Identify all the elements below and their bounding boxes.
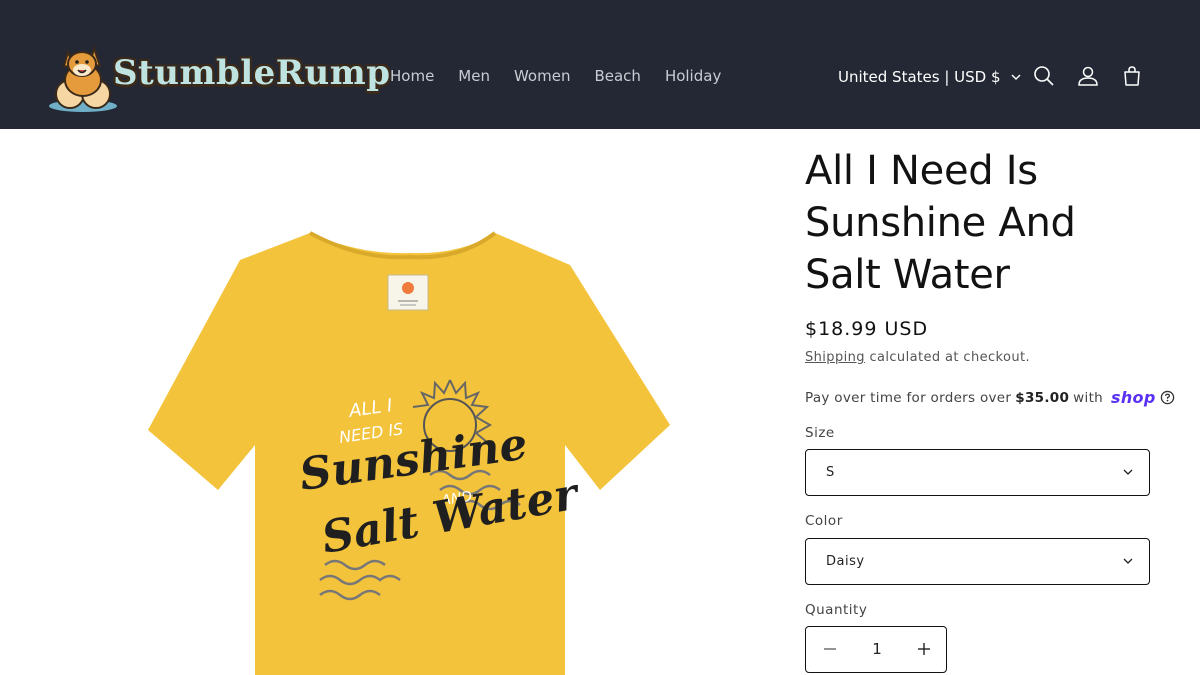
account-icon[interactable] <box>1076 64 1100 88</box>
shipping-text: calculated at checkout. <box>864 350 1031 365</box>
installments-prefix: Pay over time for orders over <box>805 389 1012 406</box>
quantity-input[interactable]: 1 <box>866 640 888 658</box>
shipping-link[interactable]: Shipping <box>805 350 865 365</box>
quantity-label: Quantity <box>805 602 868 618</box>
installments-suffix: with <box>1073 389 1104 406</box>
shiba-mascot-icon <box>49 44 117 112</box>
nav-holiday[interactable]: Holiday <box>653 66 733 86</box>
product-title: All I Need Is Sunshine And Salt Water <box>805 148 1076 298</box>
chevron-down-icon <box>1011 73 1021 80</box>
size-label: Size <box>805 425 835 441</box>
size-select[interactable]: S <box>805 449 1150 496</box>
shipping-note: Shipping calculated at checkout. <box>805 350 1030 365</box>
quantity-stepper: 1 <box>805 626 947 673</box>
shop-pay-logo: shop <box>1111 388 1156 407</box>
site-header: StumbleRump Home Men Women Beach Holiday… <box>0 0 1200 129</box>
nav-women[interactable]: Women <box>502 66 582 86</box>
product-info: All I Need Is Sunshine And Salt Water <box>805 145 1150 301</box>
color-value: Daisy <box>826 554 865 569</box>
decrease-quantity-button[interactable] <box>820 639 840 659</box>
brand-wordmark[interactable]: StumbleRump <box>113 53 391 93</box>
nav-beach[interactable]: Beach <box>582 66 652 86</box>
size-value: S <box>826 465 835 480</box>
chevron-down-icon <box>1123 558 1133 564</box>
country-currency-label: United States | USD $ <box>838 68 1001 86</box>
installments-amount: $35.00 <box>1015 389 1070 406</box>
product-price: $18.99 USD <box>805 318 929 340</box>
shop-pay-installments: Pay over time for orders over $35.00 wit… <box>805 388 1175 407</box>
country-currency-selector[interactable]: United States | USD $ <box>838 67 1021 87</box>
color-select[interactable]: Daisy <box>805 538 1150 585</box>
nav-home[interactable]: Home <box>378 66 446 86</box>
cart-icon[interactable] <box>1120 64 1144 88</box>
chevron-down-icon <box>1123 469 1133 475</box>
nav-men[interactable]: Men <box>446 66 502 86</box>
increase-quantity-button[interactable] <box>914 639 934 659</box>
help-icon[interactable] <box>1160 390 1175 405</box>
search-icon[interactable] <box>1032 64 1056 88</box>
tshirt-illustration: ALL I NEED IS Sunshine AND Salt Water <box>148 231 670 675</box>
main-nav: Home Men Women Beach Holiday <box>378 66 733 86</box>
color-label: Color <box>805 513 843 529</box>
product-image[interactable]: ALL I NEED IS Sunshine AND Salt Water <box>120 205 700 675</box>
